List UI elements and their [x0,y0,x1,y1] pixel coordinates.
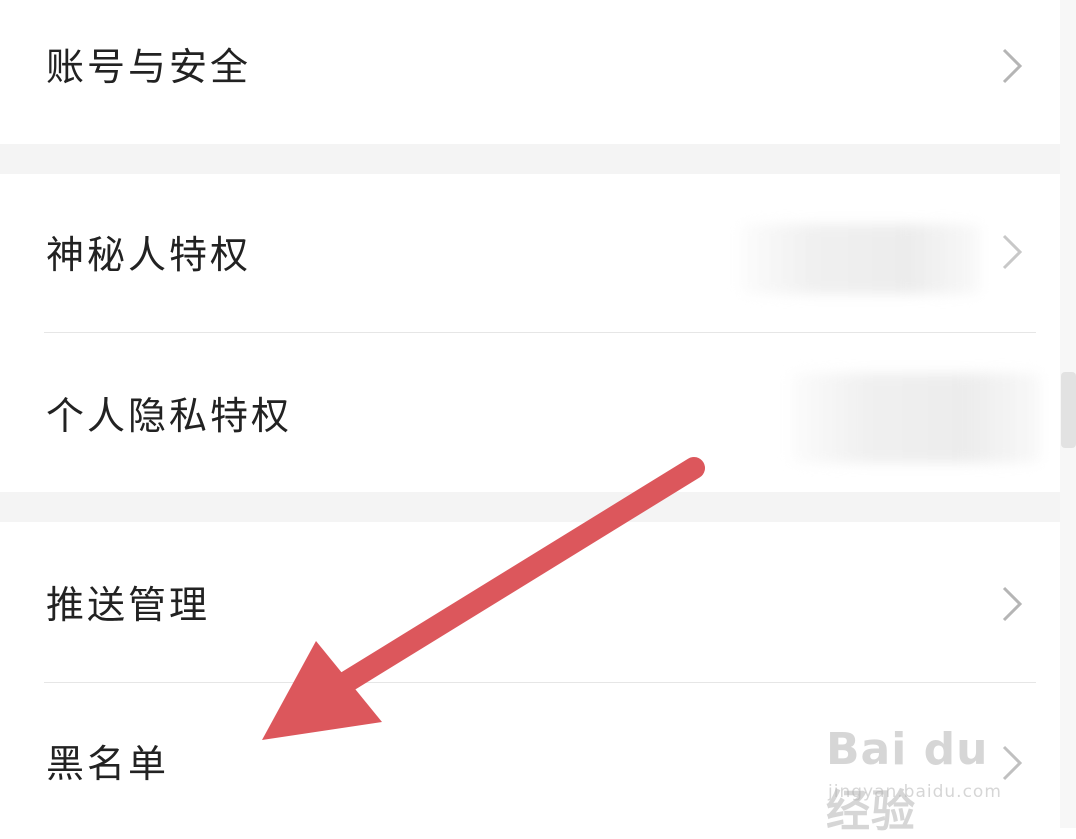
annotation-arrow-shaft [329,457,705,697]
annotation-arrow [262,457,705,740]
annotation-arrow-head [262,641,382,740]
